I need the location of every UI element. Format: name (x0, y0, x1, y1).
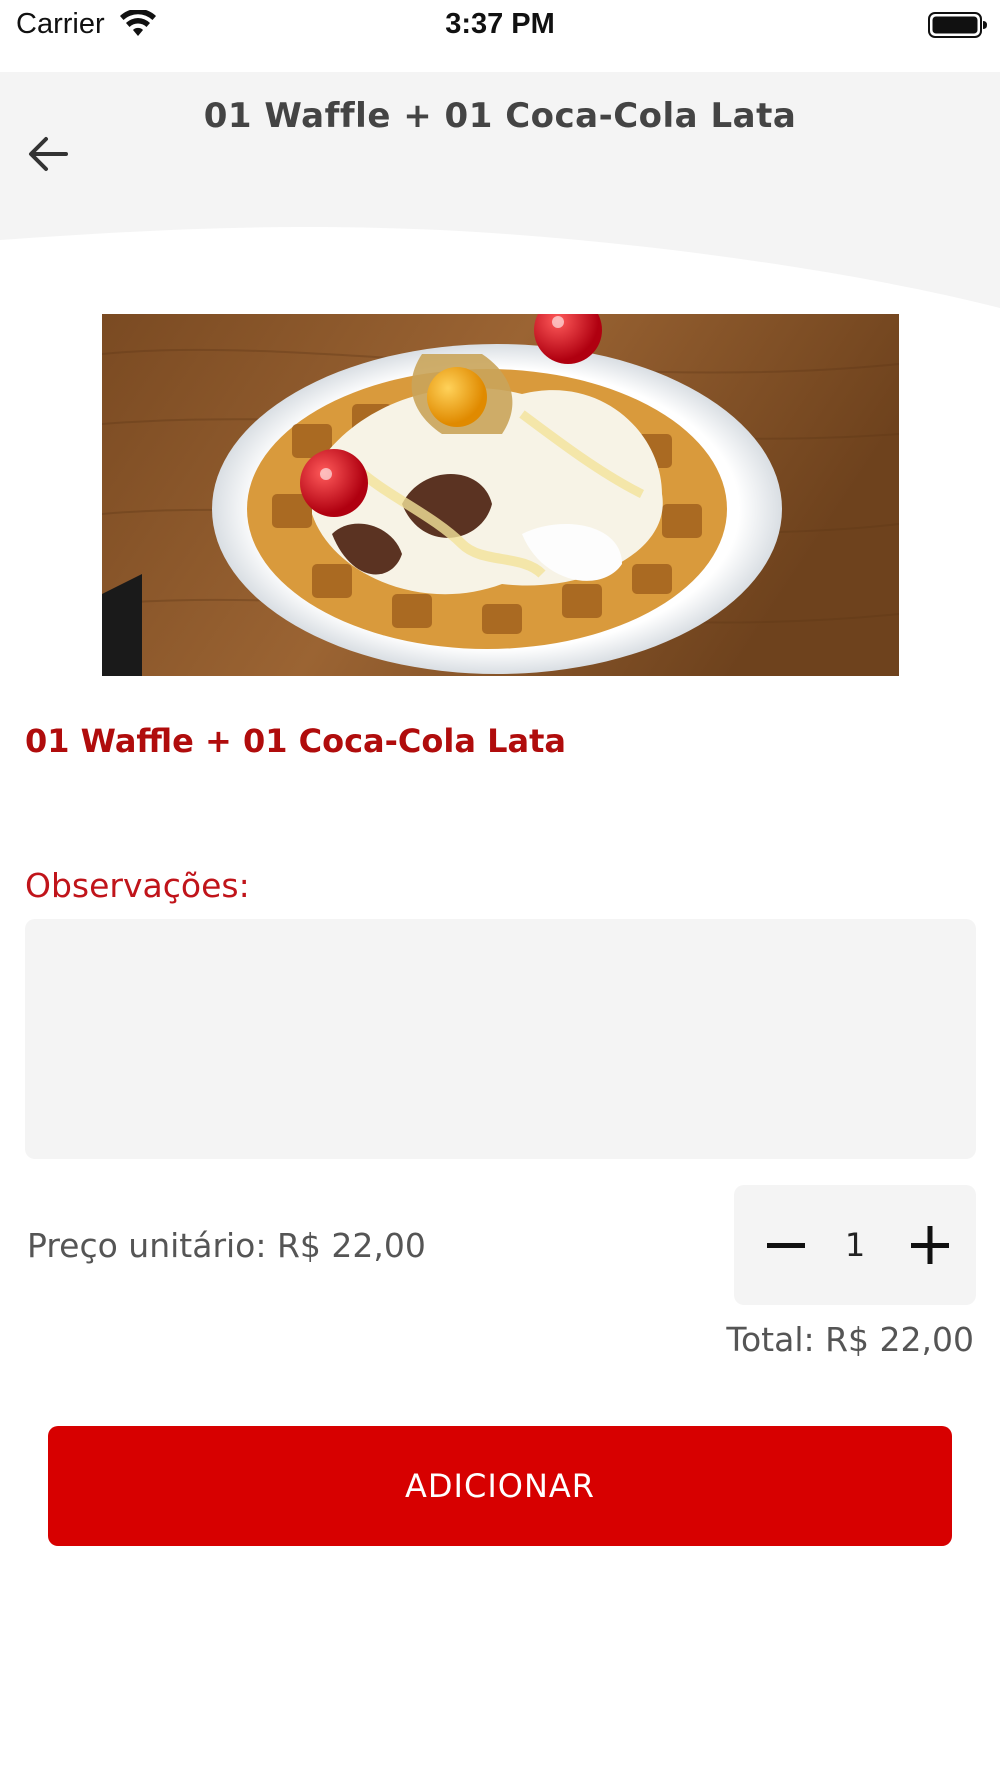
plus-icon (911, 1226, 949, 1264)
page-title: 01 Waffle + 01 Coca-Cola Lata (203, 96, 797, 136)
battery-full-icon (928, 12, 987, 38)
add-to-cart-button[interactable]: ADICIONAR (48, 1426, 952, 1546)
increase-quantity-button[interactable] (900, 1215, 960, 1275)
back-button[interactable] (20, 126, 76, 182)
minus-icon (767, 1243, 805, 1248)
total-label: Total: R$ 22,00 (726, 1320, 974, 1359)
notes-label: Observações: (25, 866, 250, 905)
notes-field[interactable] (25, 919, 976, 1159)
quantity-stepper: 1 (734, 1185, 976, 1305)
product-detail-screen: Carrier 3:37 PM 01 Waffle + 01 Coca-Cola… (0, 0, 1000, 1778)
quantity-value: 1 (844, 1226, 866, 1264)
unit-price-label: Preço unitário: R$ 22,00 (27, 1226, 426, 1265)
decrease-quantity-button[interactable] (756, 1215, 816, 1275)
arrow-left-icon (29, 137, 68, 171)
header: 01 Waffle + 01 Coca-Cola Lata (0, 72, 1000, 312)
product-image (102, 314, 899, 676)
clock-label: 3:37 PM (445, 8, 555, 40)
waffle-photo (102, 314, 899, 676)
product-name: 01 Waffle + 01 Coca-Cola Lata (25, 722, 566, 760)
status-bar: Carrier 3:37 PM (0, 0, 1000, 72)
